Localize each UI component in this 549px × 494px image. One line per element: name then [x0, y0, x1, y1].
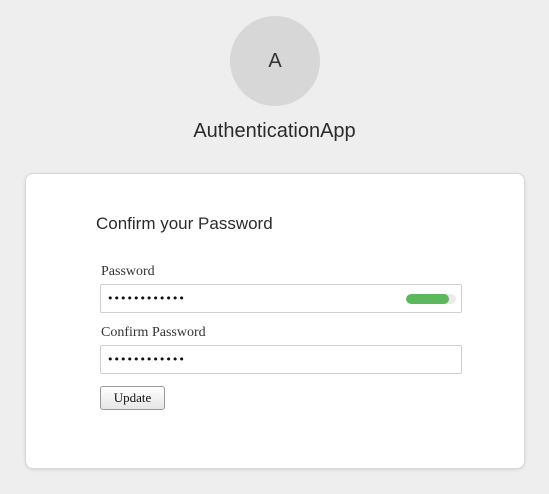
avatar: A [230, 16, 320, 106]
password-strength-meter [406, 294, 456, 304]
app-name: AuthenticationApp [193, 120, 356, 142]
confirm-password-label: Confirm Password [101, 325, 206, 340]
password-label: Password [101, 264, 155, 279]
password-strength-fill [406, 294, 449, 304]
password-form-card: Confirm your Password Password Confirm P… [25, 173, 525, 469]
update-button[interactable]: Update [100, 386, 165, 410]
form-title: Confirm your Password [96, 214, 273, 233]
confirm-password-field[interactable] [100, 345, 462, 374]
avatar-initial: A [268, 49, 282, 72]
